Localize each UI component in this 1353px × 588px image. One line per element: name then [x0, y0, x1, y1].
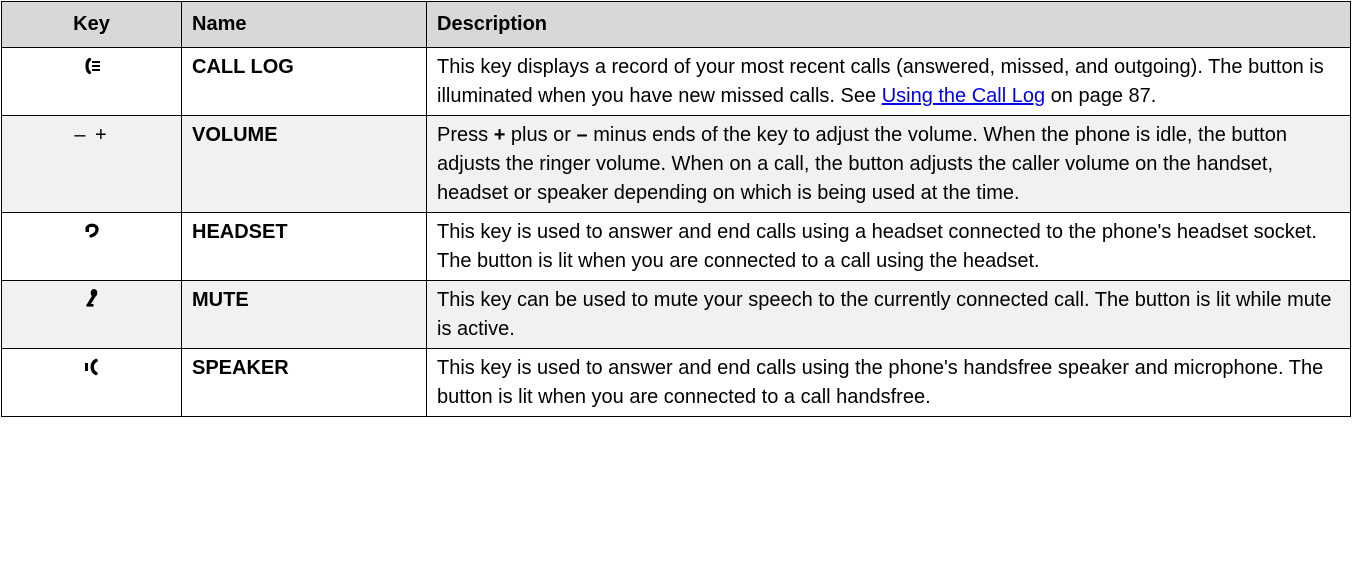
description-cell: Press + plus or – minus ends of the key … [426, 115, 1351, 213]
name-cell: SPEAKER [181, 348, 427, 417]
key-cell [1, 47, 182, 116]
call-log-link[interactable]: Using the Call Log [882, 85, 1045, 107]
mute-icon [85, 288, 99, 317]
table-row: MUTE This key can be used to mute your s… [1, 280, 1351, 349]
table-row: CALL LOG This key displays a record of y… [1, 47, 1351, 116]
headset-icon [84, 220, 100, 249]
table-row: HEADSET This key is used to answer and e… [1, 212, 1351, 281]
header-description: Description [426, 1, 1351, 48]
description-cell: This key is used to answer and end calls… [426, 212, 1351, 281]
description-text: This key displays a record of your most … [437, 56, 1324, 107]
minus-symbol: – [576, 124, 588, 146]
key-cell: – + [1, 115, 182, 213]
call-log-icon [83, 55, 101, 84]
header-row: Key Name Description [1, 1, 1351, 48]
key-table: Key Name Description CALL LOG This key d… [1, 1, 1351, 417]
name-cell: MUTE [181, 280, 427, 349]
key-cell [1, 348, 182, 417]
name-cell: VOLUME [181, 115, 427, 213]
key-cell [1, 212, 182, 281]
description-text: Press [437, 124, 494, 146]
table-row: – + VOLUME Press + plus or – minus ends … [1, 115, 1351, 213]
volume-key-label: – + [74, 124, 109, 146]
description-text: on page 87. [1045, 85, 1157, 107]
speaker-icon [84, 356, 100, 385]
description-cell: This key can be used to mute your speech… [426, 280, 1351, 349]
header-name: Name [181, 1, 427, 48]
key-cell [1, 280, 182, 349]
header-key: Key [1, 1, 182, 48]
table-row: SPEAKER This key is used to answer and e… [1, 348, 1351, 417]
description-cell: This key is used to answer and end calls… [426, 348, 1351, 417]
plus-symbol: + [493, 124, 506, 146]
name-cell: CALL LOG [181, 47, 427, 116]
description-text: plus or [505, 124, 577, 146]
name-cell: HEADSET [181, 212, 427, 281]
description-cell: This key displays a record of your most … [426, 47, 1351, 116]
